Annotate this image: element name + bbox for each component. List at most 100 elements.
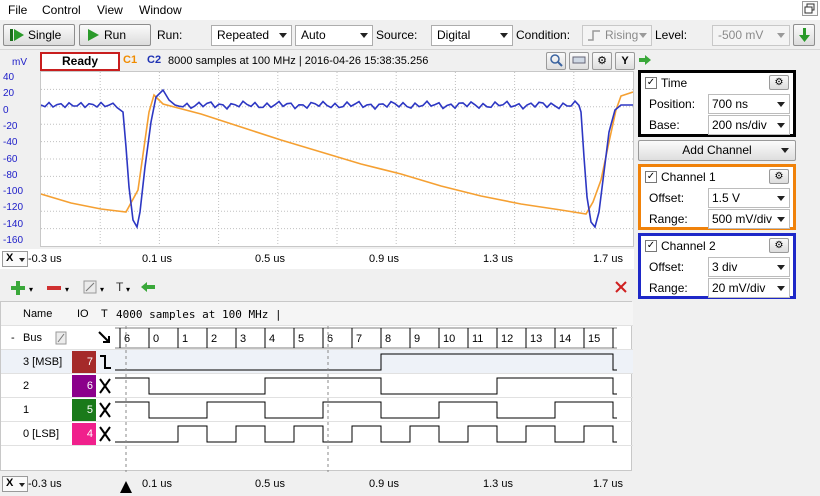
restore-window-button[interactable] [802,1,818,16]
logic-trigger-marker[interactable] [120,481,132,493]
y-tick-label: 20 [3,88,15,100]
x-axis-select[interactable]: X [2,251,28,267]
menu-control[interactable]: Control [42,3,81,17]
x-axis-select-label: X [6,252,14,264]
add-channel-label: Add Channel [682,143,752,157]
y-tick-label: -120 [3,202,24,214]
channel-name: 3 [MSB] [23,356,63,368]
io-pin-badge[interactable]: 5 [72,399,96,421]
logic-info: 4000 samples at 100 MHz | [116,308,282,321]
x-tick-label: 0.1 us [142,253,172,265]
time-checkbox[interactable]: ✓ [645,77,657,89]
level-select[interactable]: -500 mV [712,25,790,46]
settings-panel: ✓ Time ⚙ Position: 700 ns Base: 200 ns/d… [636,52,820,496]
scope-header: Ready C1 C2 8000 samples at 100 MHz | 20… [40,51,635,79]
trigger-menu-icon[interactable]: T [116,280,123,294]
channel1-checkbox[interactable]: ✓ [645,171,657,183]
position-select[interactable]: 700 ns [708,94,790,114]
menu-window[interactable]: Window [139,3,182,17]
bit-trace [115,401,617,419]
position-label: Position: [649,97,696,111]
run-mode-select[interactable]: Repeated [211,25,292,46]
channel1-range-value: 500 mV/div [712,212,773,226]
bus-edit-icon[interactable] [55,331,67,345]
logic-table: Name IO T 4000 samples at 100 MHz | - Bu… [0,301,633,472]
arrow-right-icon[interactable] [638,55,652,65]
chevron-down-icon[interactable]: ▾ [126,285,130,294]
time-panel: ✓ Time ⚙ Position: 700 ns Base: 200 ns/d… [638,70,796,137]
gear-icon: ⚙ [774,77,784,88]
channel-name: 1 [23,404,30,416]
level-apply-button[interactable] [793,24,815,46]
arrow-down-icon [799,28,810,42]
condition-caption: Condition: [516,28,571,42]
scope-waveform-svg [40,72,634,246]
zoom-button[interactable] [546,52,566,70]
column-io-header[interactable]: IO [77,308,89,320]
chevron-down-icon[interactable]: ▾ [100,285,104,294]
run-trigger-select[interactable]: Auto [295,25,373,46]
either-edge-icon[interactable] [98,377,112,395]
add-channel-button[interactable]: Add Channel [638,140,796,161]
io-pin-badge[interactable]: 7 [72,351,96,373]
chevron-down-icon[interactable]: ▾ [65,285,69,294]
falling-edge-icon[interactable] [98,353,112,371]
bus-value: 5 [298,333,304,345]
bus-value: 6 [124,333,130,345]
y-axis-button[interactable]: Y [615,52,635,70]
channel1-settings-button[interactable]: ⚙ [769,169,789,184]
bus-collapse-toggle[interactable]: - [11,332,15,344]
channel2-checkbox[interactable]: ✓ [645,240,657,252]
chevron-down-icon [500,33,508,38]
io-pin-badge[interactable]: 6 [72,375,96,397]
single-button[interactable]: Single [3,24,75,46]
bus-value: 9 [414,333,420,345]
logic-x-axis-select-label: X [6,477,14,489]
bus-value: 10 [443,333,455,345]
x-tick-label: 0.1 us [142,478,172,490]
remove-channel-icon[interactable] [46,280,62,296]
column-name-header[interactable]: Name [23,308,52,320]
scope-plot[interactable] [40,71,634,247]
edit-icon[interactable] [82,279,98,295]
channel1-title: Channel 1 [661,170,716,184]
y-tick-label: -100 [3,186,24,198]
y-tick-label: -60 [3,153,18,165]
time-settings-button[interactable]: ⚙ [769,75,789,90]
channel2-tag[interactable]: C2 [147,54,161,66]
logic-x-axis-select[interactable]: X [2,476,28,492]
channel2-title: Channel 2 [661,239,716,253]
base-value: 200 ns/div [712,118,767,132]
source-select[interactable]: Digital [431,25,513,46]
channel1-offset-select[interactable]: 1.5 V [708,188,790,208]
scope-settings-button[interactable]: ⚙ [592,52,612,70]
menu-file[interactable]: File [8,3,27,17]
run-button[interactable]: Run [79,24,151,46]
channel1-range-select[interactable]: 500 mV/div [708,209,790,229]
channel2-offset-select[interactable]: 3 div [708,257,790,277]
either-edge-icon[interactable] [98,425,112,443]
condition-value: Rising [605,28,639,42]
either-edge-icon[interactable] [98,401,112,419]
bus-value: 8 [385,333,391,345]
channel2-settings-button[interactable]: ⚙ [769,238,789,253]
bus-trigger-icon[interactable] [97,330,113,346]
menu-view[interactable]: View [97,3,123,17]
bus-value: 1 [182,333,188,345]
bus-value: 14 [559,333,571,345]
channel1-tag[interactable]: C1 [123,54,137,66]
chevron-down-icon[interactable]: ▾ [29,285,33,294]
chevron-down-icon [777,217,785,222]
io-pin-badge[interactable]: 4 [72,423,96,445]
run-mode-value: Repeated [217,28,270,42]
add-channel-icon[interactable] [10,280,26,296]
level-value: -500 mV [718,28,764,42]
channel2-range-select[interactable]: 20 mV/div [708,278,790,298]
condition-select[interactable]: Rising [582,25,652,46]
arrow-left-icon[interactable] [140,281,156,293]
close-icon[interactable] [614,280,628,294]
measure-button[interactable] [569,52,589,70]
column-t-header[interactable]: T [101,308,108,320]
logic-waveform-svg: 601234567891011121314150 [115,326,617,472]
base-select[interactable]: 200 ns/div [708,115,790,135]
